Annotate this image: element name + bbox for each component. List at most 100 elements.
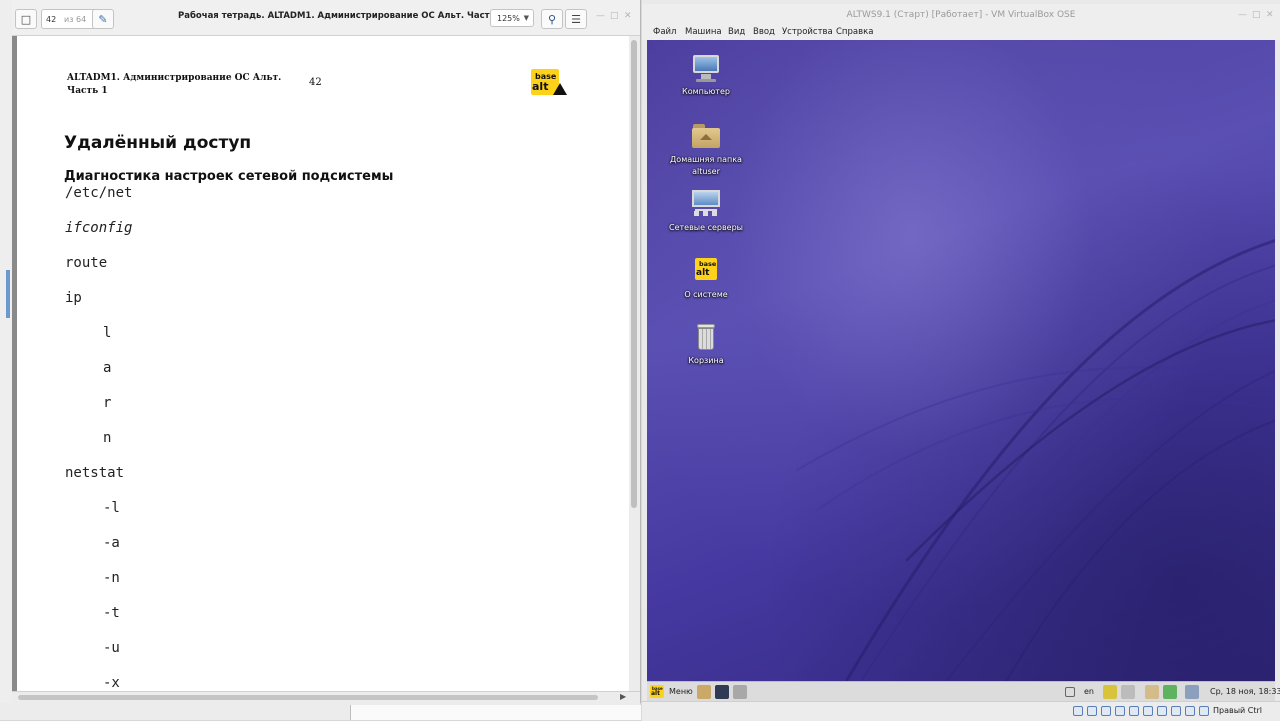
desktop-icon-home-folder[interactable]: Домашняя папка altuser: [661, 121, 751, 178]
scrollbar-thumb[interactable]: [18, 695, 598, 700]
command-line: a: [103, 360, 112, 376]
network-servers-icon: [691, 189, 721, 219]
command-line: -n: [103, 570, 120, 586]
close-icon[interactable]: ✕: [624, 11, 632, 21]
cpu-icon[interactable]: [1185, 706, 1195, 716]
pdf-toolbar: □ 42 из 64 ✎ Рабочая тетрадь. ALTADM1. А…: [12, 0, 640, 36]
clipboard-icon[interactable]: [1145, 685, 1159, 699]
hamburger-menu-icon: ☰: [571, 12, 581, 26]
command-line: -l: [103, 500, 120, 516]
command-line: -t: [103, 605, 120, 621]
sidebar-toggle-button[interactable]: □: [15, 9, 37, 29]
updates-icon[interactable]: [1163, 685, 1177, 699]
scroll-right-icon[interactable]: ▶: [620, 692, 626, 701]
about-system-icon: base alt: [691, 256, 721, 286]
annotate-button[interactable]: ✎: [92, 9, 114, 29]
minimize-icon[interactable]: —: [596, 11, 605, 21]
usb-icon[interactable]: [1129, 706, 1139, 716]
terminal-icon[interactable]: [715, 685, 729, 699]
desktop-icon-about-system[interactable]: base alt О системе: [661, 256, 751, 301]
file-manager-icon[interactable]: [697, 685, 711, 699]
desktop-icon-network-servers[interactable]: Сетевые серверы: [661, 189, 751, 234]
pdf-page: ALTADM1. Администрирование ОС Альт. Част…: [17, 36, 630, 691]
command-line: ip: [65, 290, 82, 306]
maximize-icon[interactable]: □: [610, 11, 619, 21]
home-folder-icon: [691, 121, 721, 151]
host-key-indicator: Правый Ctrl: [1213, 706, 1263, 715]
zoom-value: 125%: [497, 13, 520, 23]
search-icon: ⚲: [547, 12, 557, 26]
network-icon[interactable]: [1115, 706, 1125, 716]
penguin-mark: [553, 83, 567, 95]
horizontal-scrollbar[interactable]: ▶: [12, 691, 640, 704]
pdf-viewer-window: □ 42 из 64 ✎ Рабочая тетрадь. ALTADM1. А…: [12, 0, 641, 704]
maximize-icon[interactable]: □: [1252, 10, 1261, 20]
page-header-number: 42: [309, 77, 322, 88]
scrollbar-thumb[interactable]: [631, 40, 637, 508]
desktop-icon-trash[interactable]: Корзина: [661, 322, 751, 367]
command-line: -a: [103, 535, 120, 551]
keyboard-icon[interactable]: [1065, 687, 1075, 697]
desktop-switcher-icon[interactable]: [733, 685, 747, 699]
start-menu-label[interactable]: Меню: [669, 687, 693, 696]
command-line: -u: [103, 640, 120, 656]
chevron-down-icon: ▼: [523, 14, 529, 22]
computer-icon: [691, 53, 721, 83]
recording-icon[interactable]: [1171, 706, 1181, 716]
vbox-statusbar: Правый Ctrl: [642, 701, 1280, 721]
vertical-scrollbar[interactable]: [629, 36, 640, 691]
start-menu-icon[interactable]: base alt: [650, 685, 664, 698]
menu-button[interactable]: ☰: [565, 9, 587, 29]
background-taskbar-strip: [0, 703, 641, 720]
subsection-title: Диагностика настроек сетевой подсистемы: [64, 169, 394, 184]
background-taskbar-segment: [350, 705, 641, 720]
command-line: route: [65, 255, 108, 271]
document-area[interactable]: ALTADM1. Администрирование ОС Альт. Част…: [12, 36, 640, 691]
vbox-window-title: ALTWS9.1 (Старт) [Работает] - VM Virtual…: [846, 10, 1076, 20]
network-status-icon[interactable]: [1103, 685, 1117, 699]
display-icon[interactable]: [1157, 706, 1167, 716]
menu-file[interactable]: Файл: [653, 27, 676, 37]
hard-disk-icon[interactable]: [1073, 706, 1083, 716]
keyboard-layout[interactable]: en: [1084, 687, 1094, 696]
desktop-icon-computer[interactable]: Компьютер: [661, 53, 751, 98]
menu-devices[interactable]: Устройства: [782, 27, 833, 37]
vbox-menubar: Файл Машина Вид Ввод Устройства Справка: [642, 26, 1280, 40]
search-button[interactable]: ⚲: [541, 9, 563, 29]
page-header-title: ALTADM1. Администрирование ОС Альт. Част…: [67, 73, 282, 96]
logo-bottom-text: alt: [696, 267, 710, 278]
sidebar-icon: □: [20, 12, 32, 26]
page-current[interactable]: 42: [42, 15, 60, 24]
command-line: l: [103, 325, 112, 341]
command-line: n: [103, 430, 112, 446]
zoom-select[interactable]: 125% ▼: [490, 9, 534, 27]
trash-icon: [691, 322, 721, 352]
virtualbox-window: ALTWS9.1 (Старт) [Работает] - VM Virtual…: [642, 0, 1280, 721]
volume-icon[interactable]: [1121, 685, 1135, 699]
command-line: ifconfig: [65, 220, 133, 236]
vbox-titlebar: ALTWS9.1 (Старт) [Работает] - VM Virtual…: [642, 4, 1280, 26]
background-window-marker: [6, 270, 10, 318]
logo-top-text: base: [699, 259, 717, 268]
section-title: Удалённый доступ: [64, 133, 252, 153]
menu-help[interactable]: Справка: [836, 27, 873, 37]
optical-drive-icon[interactable]: [1087, 706, 1097, 716]
mouse-integration-icon[interactable]: [1199, 706, 1209, 716]
audio-icon[interactable]: [1101, 706, 1111, 716]
basealt-logo: base alt: [531, 69, 567, 95]
close-icon[interactable]: ✕: [1266, 10, 1274, 20]
minimize-icon[interactable]: —: [1238, 10, 1247, 20]
menu-view[interactable]: Вид: [728, 27, 745, 37]
menu-input[interactable]: Ввод: [753, 27, 775, 37]
pencil-icon: ✎: [98, 12, 108, 26]
guest-desktop[interactable]: Компьютер Домашняя папка altuser Сетевые…: [647, 40, 1275, 681]
command-line: /etc/net: [65, 185, 133, 201]
clock[interactable]: Ср, 18 ноя, 18:33: [1210, 687, 1280, 696]
command-line: netstat: [65, 465, 125, 481]
guest-taskbar: base alt Меню en Ср, 18 ноя, 18:33: [647, 681, 1280, 702]
menu-machine[interactable]: Машина: [685, 27, 722, 37]
document-title: Рабочая тетрадь. ALTADM1. Администрирова…: [178, 11, 523, 21]
shared-folders-icon[interactable]: [1143, 706, 1153, 716]
page-total: из 64: [64, 14, 87, 24]
power-icon[interactable]: [1185, 685, 1199, 699]
